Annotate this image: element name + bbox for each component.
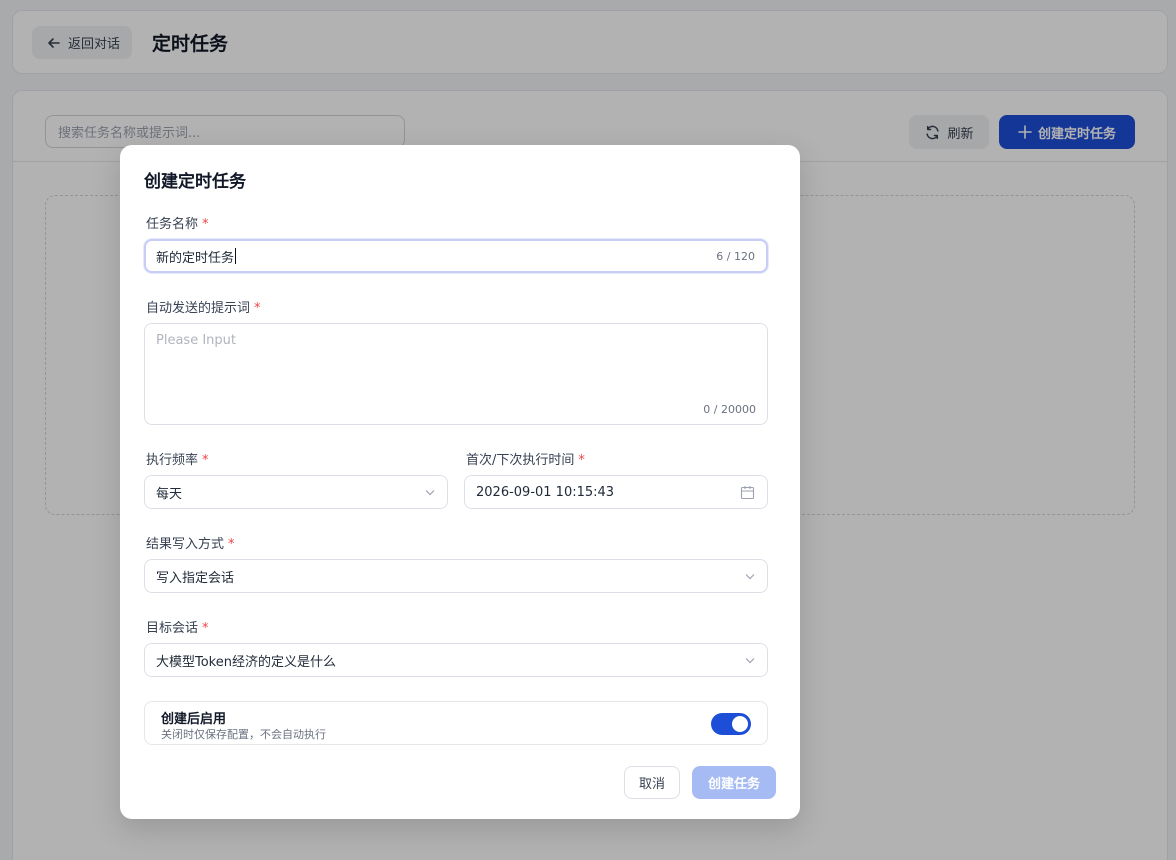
target-conversation-label-text: 目标会话 xyxy=(146,621,199,636)
task-name-input[interactable]: 新的定时任务 6 / 120 xyxy=(144,239,768,273)
target-conversation-label: 目标会话 * xyxy=(146,617,209,636)
write-mode-label: 结果写入方式 * xyxy=(146,533,235,552)
run-time-label: 首次/下次执行时间 * xyxy=(466,449,585,468)
create-task-submit-button[interactable]: 创建任务 xyxy=(692,766,776,799)
calendar-icon xyxy=(740,486,755,500)
run-time-picker[interactable]: 2026-09-01 10:15:43 xyxy=(464,475,768,509)
create-task-dialog: 创建定时任务 任务名称 * 新的定时任务 6 / 120 自动发送的提示词 * Pl… xyxy=(120,145,800,819)
prompt-placeholder: Please Input xyxy=(156,333,236,348)
required-mark: * xyxy=(202,621,209,636)
task-name-value: 新的定时任务 xyxy=(156,250,235,266)
target-conversation-value: 大模型Token经济的定义是什么 xyxy=(156,654,336,670)
run-time-label-text: 首次/下次执行时间 xyxy=(466,453,575,468)
required-mark: * xyxy=(202,217,209,232)
enable-description: 关闭时仅保存配置，不会自动执行 xyxy=(161,728,326,741)
frequency-select[interactable]: 每天 xyxy=(144,475,448,509)
write-mode-value: 写入指定会话 xyxy=(156,570,235,586)
chevron-down-icon xyxy=(425,490,435,496)
task-name-label: 任务名称 * xyxy=(146,213,209,232)
required-mark: * xyxy=(578,453,585,468)
toggle-knob xyxy=(732,716,748,732)
frequency-label-text: 执行频率 xyxy=(146,453,199,468)
prompt-counter: 0 / 20000 xyxy=(703,403,756,416)
enable-title: 创建后启用 xyxy=(161,712,227,727)
write-mode-select[interactable]: 写入指定会话 xyxy=(144,559,768,593)
required-mark: * xyxy=(202,453,209,468)
prompt-label: 自动发送的提示词 * xyxy=(146,297,261,316)
task-name-label-text: 任务名称 xyxy=(146,217,199,232)
enable-after-create-row: 创建后启用 关闭时仅保存配置，不会自动执行 xyxy=(144,701,768,745)
write-mode-label-text: 结果写入方式 xyxy=(146,537,225,552)
prompt-textarea[interactable]: Please Input 0 / 20000 xyxy=(144,323,768,425)
frequency-label: 执行频率 * xyxy=(146,449,209,468)
chevron-down-icon xyxy=(745,574,755,580)
required-mark: * xyxy=(254,301,261,316)
cancel-button[interactable]: 取消 xyxy=(624,766,680,799)
run-time-value: 2026-09-01 10:15:43 xyxy=(476,484,615,500)
dialog-title: 创建定时任务 xyxy=(144,172,246,192)
frequency-value: 每天 xyxy=(156,486,183,502)
chevron-down-icon xyxy=(745,658,755,664)
task-name-counter: 6 / 120 xyxy=(716,249,755,263)
enable-toggle[interactable] xyxy=(711,713,751,735)
target-conversation-select[interactable]: 大模型Token经济的定义是什么 xyxy=(144,643,768,677)
text-caret xyxy=(235,248,237,264)
prompt-label-text: 自动发送的提示词 xyxy=(146,301,251,316)
required-mark: * xyxy=(228,537,235,552)
